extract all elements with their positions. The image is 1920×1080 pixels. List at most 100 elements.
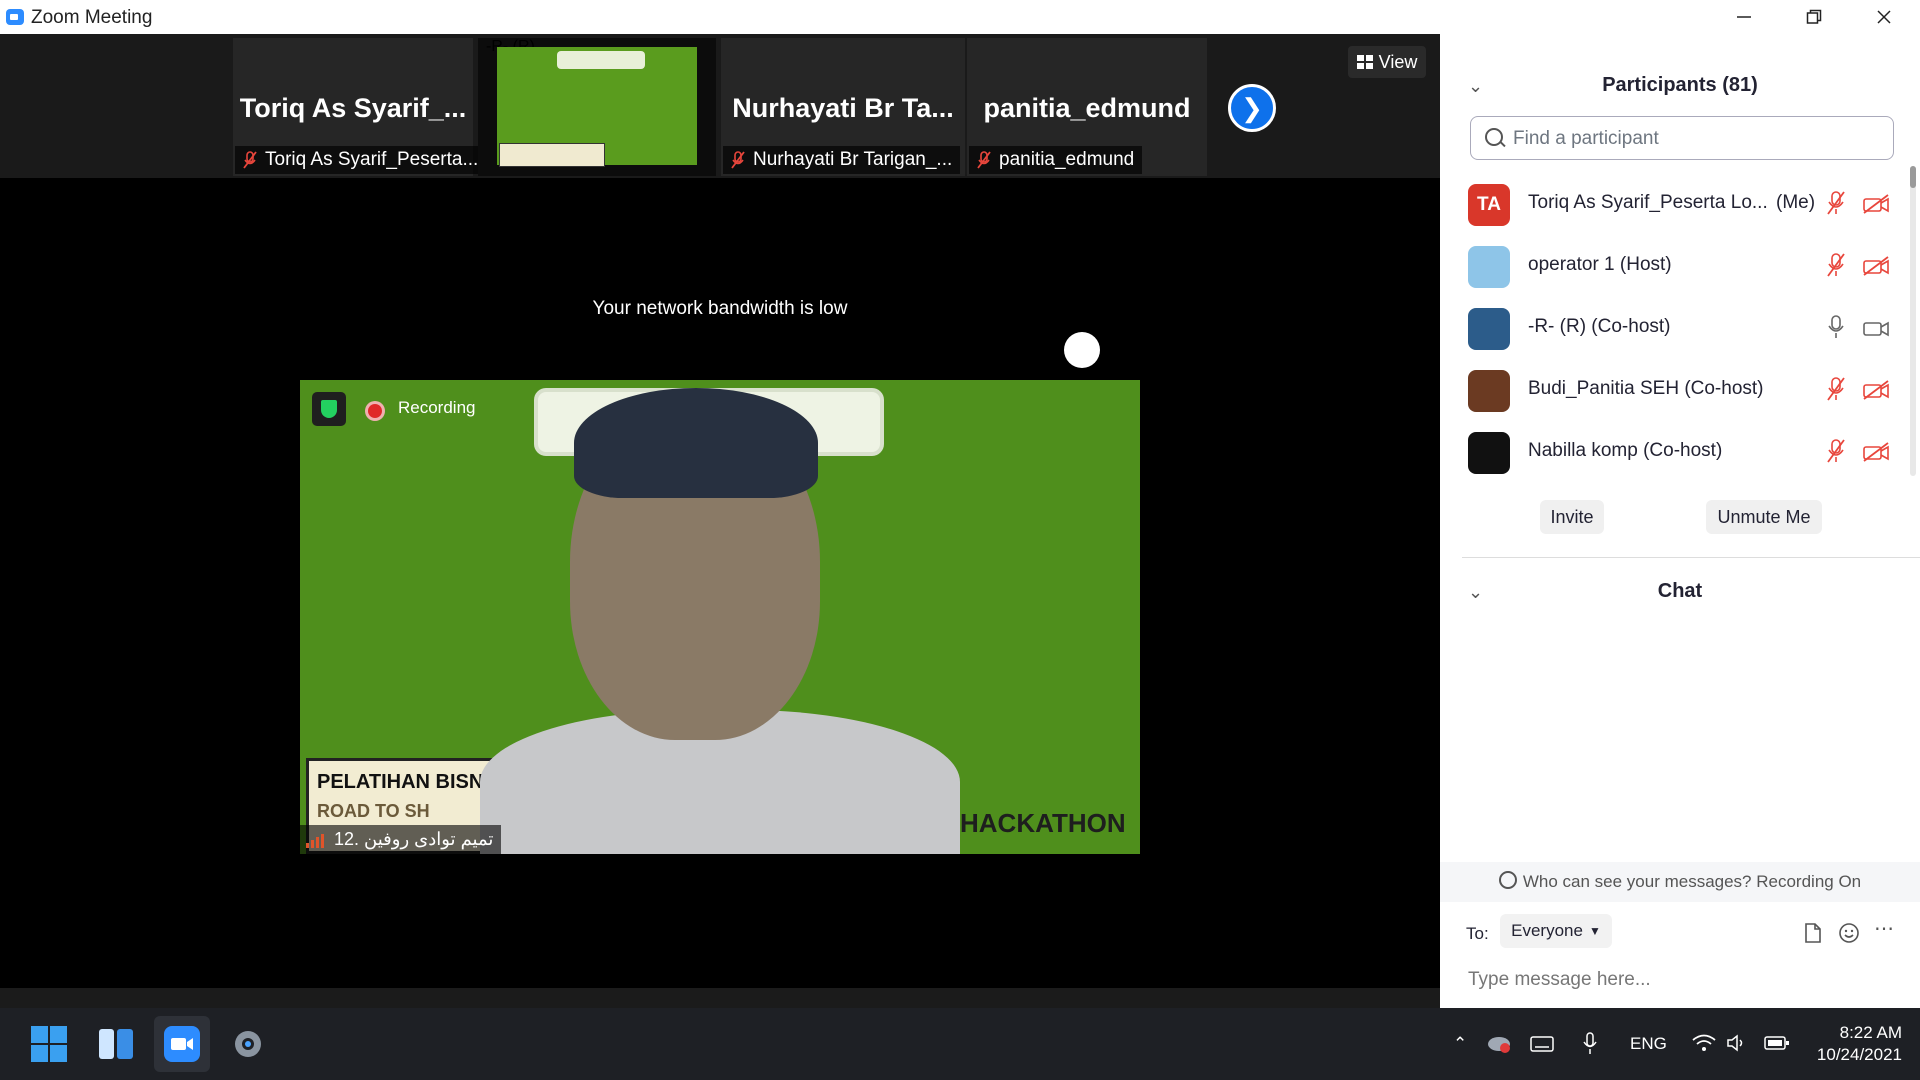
mic-muted-icon[interactable]: [1826, 252, 1846, 278]
view-label: View: [1378, 51, 1418, 72]
grid-view-icon: [1356, 55, 1373, 69]
chat-visibility-text: Who can see your messages? Recording On: [1522, 872, 1862, 891]
tile-label-text: Toriq As Syarif_Peserta...: [265, 149, 479, 170]
tile-name-label: Nurhayati Br Tarigan_...: [723, 146, 961, 174]
minimize-icon: [1737, 16, 1751, 18]
onedrive-icon[interactable]: [1486, 1032, 1512, 1054]
settings-taskbar-button[interactable]: [220, 1016, 276, 1072]
mic-muted-icon[interactable]: [1826, 190, 1846, 216]
close-window-button[interactable]: [1849, 0, 1919, 34]
video-off-icon[interactable]: [1862, 256, 1890, 276]
cursor-dot: [1064, 332, 1100, 368]
participant-search-input[interactable]: [1511, 123, 1885, 155]
unmute-me-button[interactable]: Unmute Me: [1706, 500, 1822, 534]
battery-icon[interactable]: [1764, 1034, 1790, 1052]
next-page-button[interactable]: ❯: [1228, 84, 1276, 132]
banner-line-1: PELATIHAN BISNIS: [317, 771, 503, 793]
tile-display-name: Nurhayati Br Ta...: [732, 93, 954, 123]
tile-label-text: Nurhayati Br Tarigan_...: [753, 149, 953, 170]
keyboard-icon[interactable]: [1530, 1036, 1554, 1052]
volume-icon[interactable]: [1726, 1034, 1746, 1052]
scrollbar-thumb[interactable]: [1910, 166, 1916, 188]
tile-label-text: panitia_edmund: [999, 149, 1135, 170]
mic-icon[interactable]: [1826, 314, 1846, 340]
participant-name: -R- (R) (Co-host): [1528, 316, 1671, 337]
participant-search[interactable]: [1470, 116, 1894, 160]
search-icon: [1485, 128, 1503, 146]
gear-icon: [235, 1031, 261, 1057]
window-title: Zoom Meeting: [31, 7, 153, 28]
start-button[interactable]: [21, 1016, 77, 1072]
zoom-app-icon: [6, 9, 24, 25]
chat-recipient-select[interactable]: Everyone ▼: [1500, 914, 1612, 948]
mic-muted-icon[interactable]: [1826, 438, 1846, 464]
tile-display-name: panitia_edmund: [983, 93, 1191, 123]
chat-recipient-value: Everyone: [1511, 921, 1583, 940]
microphone-icon[interactable]: [1582, 1032, 1598, 1056]
zoom-icon: [164, 1026, 200, 1062]
video-off-icon[interactable]: [1862, 194, 1890, 214]
participants-title: Participants (81): [1602, 74, 1758, 96]
participant-row[interactable]: TA Toriq As Syarif_Peserta Lo... (Me): [1440, 174, 1910, 236]
video-icon[interactable]: [1862, 318, 1890, 338]
more-options-icon[interactable]: ⋯: [1874, 916, 1894, 941]
speaker-name-label: 12. تميم توادى روفين: [300, 825, 502, 854]
mic-muted-icon[interactable]: [1826, 376, 1846, 402]
title-bar: Zoom Meeting: [0, 0, 1920, 34]
chevron-up-icon[interactable]: ⌃: [1453, 1034, 1467, 1054]
participant-row[interactable]: Nabilla komp (Co-host): [1440, 422, 1910, 484]
participant-name: Nabilla komp (Co-host): [1528, 440, 1723, 461]
video-strip: Toriq As Syarif_... Toriq As Syarif_Pese…: [0, 34, 1440, 178]
invite-button[interactable]: Invite: [1540, 500, 1604, 534]
video-tile[interactable]: -R- (R): [478, 38, 716, 176]
avatar: TA: [1468, 184, 1510, 226]
file-icon[interactable]: [1804, 922, 1822, 944]
mic-muted-icon: [977, 151, 991, 169]
participant-row[interactable]: operator 1 (Host): [1440, 236, 1910, 298]
zoom-taskbar-button[interactable]: [154, 1016, 210, 1072]
restore-button[interactable]: [1779, 0, 1849, 34]
video-off-icon[interactable]: [1862, 380, 1890, 400]
participant-name: Budi_Panitia SEH (Co-host): [1528, 378, 1764, 399]
video-tile[interactable]: Toriq As Syarif_... Toriq As Syarif_Pese…: [233, 38, 487, 176]
video-feed: [497, 47, 697, 167]
section-divider: [1462, 557, 1920, 558]
participant-row[interactable]: -R- (R) (Co-host): [1440, 298, 1910, 360]
wifi-icon[interactable]: [1692, 1034, 1716, 1052]
tile-name-label: panitia_edmund: [969, 146, 1143, 174]
participant-name: Toriq As Syarif_Peserta Lo...: [1528, 192, 1768, 213]
close-icon: [1877, 10, 1891, 24]
side-panel: ⌄ Participants (81) TA Toriq As Syarif_P…: [1440, 34, 1920, 1008]
speaker-name-text: 12. تميم توادى روفين: [334, 829, 494, 849]
chat-visibility-notice[interactable]: Who can see your messages? Recording On: [1440, 862, 1920, 902]
recording-icon: [368, 404, 382, 418]
mic-muted-icon: [243, 151, 257, 169]
avatar: [1468, 308, 1510, 350]
video-tile[interactable]: Nurhayati Br Ta... Nurhayati Br Tarigan_…: [721, 38, 965, 176]
participant-row[interactable]: Budi_Panitia SEH (Co-host): [1440, 360, 1910, 422]
windows-logo-icon: [31, 1026, 67, 1062]
participant-scrollbar[interactable]: [1910, 166, 1916, 476]
video-tile[interactable]: panitia_edmund panitia_edmund: [967, 38, 1207, 176]
minimize-button[interactable]: [1709, 0, 1779, 34]
widgets-icon: [99, 1029, 133, 1059]
video-off-icon[interactable]: [1862, 442, 1890, 462]
avatar: [1468, 370, 1510, 412]
participant-name: operator 1 (Host): [1528, 254, 1672, 275]
avatar: [1468, 432, 1510, 474]
tile-name-label: Toriq As Syarif_Peserta...: [235, 146, 487, 174]
system-clock[interactable]: 8:22 AM 10/24/2021: [1817, 1022, 1902, 1066]
active-speaker-video[interactable]: PELATIHAN BISNIS ROAD TO SH HACKATHON Re…: [300, 380, 1140, 854]
participants-header: ⌄ Participants (81): [1440, 68, 1920, 104]
restore-icon: [1806, 9, 1822, 24]
meeting-stage: Toriq As Syarif_... Toriq As Syarif_Pese…: [0, 34, 1440, 1008]
emoji-icon[interactable]: [1838, 922, 1860, 944]
widgets-button[interactable]: [88, 1016, 144, 1072]
bandwidth-notice: Your network bandwidth is low: [592, 298, 848, 319]
participant-me-tag: (Me): [1776, 192, 1816, 213]
participant-list: TA Toriq As Syarif_Peserta Lo... (Me) op…: [1440, 174, 1910, 484]
chat-message-input[interactable]: [1466, 962, 1900, 998]
security-shield-icon: [312, 392, 346, 426]
language-indicator[interactable]: ENG: [1630, 1034, 1667, 1054]
view-button[interactable]: View: [1348, 46, 1426, 78]
